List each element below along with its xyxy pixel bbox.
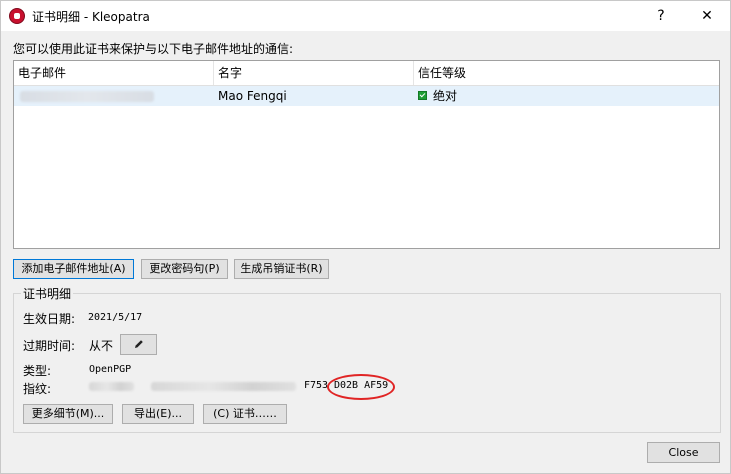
valid-from-value: 2021/5/17: [88, 312, 143, 323]
generate-revocation-button[interactable]: 生成吊销证书(R): [234, 259, 329, 279]
column-header-trust[interactable]: 信任等级: [414, 61, 719, 85]
trust-cell: 绝对: [418, 86, 457, 106]
expiry-label: 过期时间:: [23, 339, 76, 353]
type-value: OpenPGP: [89, 364, 132, 375]
table-header: 电子邮件 名字 信任等级: [14, 61, 719, 86]
fingerprint-label: 指纹:: [23, 382, 52, 396]
window-title: 证书明细 - Kleopatra: [32, 10, 150, 24]
check-icon: [418, 91, 427, 100]
more-details-button[interactable]: 更多细节(M)...: [23, 404, 113, 424]
close-window-button[interactable]: ✕: [692, 4, 722, 28]
redacted-fingerprint-part: [89, 382, 134, 391]
export-button[interactable]: 导出(E)...: [122, 404, 194, 424]
certify-button[interactable]: (C) 证书……: [203, 404, 287, 424]
close-button[interactable]: Close: [647, 442, 720, 463]
trust-value: 绝对: [433, 89, 458, 103]
kleopatra-app-icon: [9, 8, 25, 24]
column-header-name[interactable]: 名字: [214, 61, 414, 85]
name-cell: Mao Fengqi: [218, 89, 287, 103]
table-row[interactable]: Mao Fengqi 绝对: [14, 86, 719, 106]
expiry-value: 从不: [89, 339, 114, 353]
redacted-fingerprint-part: [151, 382, 296, 391]
add-email-button[interactable]: 添加电子邮件地址(A): [13, 259, 134, 279]
email-cell: [18, 86, 214, 106]
title-bar: 证书明细 - Kleopatra ? ✕: [1, 1, 730, 31]
fingerprint-visible: F753: [304, 380, 329, 391]
intro-text: 您可以使用此证书来保护与以下电子邮件地址的通信:: [13, 42, 294, 56]
change-password-button[interactable]: 更改密码句(P): [141, 259, 228, 279]
email-table: 电子邮件 名字 信任等级 Mao Fengqi 绝对: [13, 60, 720, 249]
certificate-details-window: 证书明细 - Kleopatra ? ✕ 您可以使用此证书来保护与以下电子邮件地…: [0, 0, 731, 474]
redacted-email: [20, 91, 154, 102]
edit-expiry-button[interactable]: [120, 334, 157, 355]
annotation-ellipse: [327, 374, 395, 400]
type-label: 类型:: [23, 364, 52, 378]
help-button[interactable]: ?: [646, 4, 676, 28]
valid-from-label: 生效日期:: [23, 312, 76, 326]
pencil-icon: [135, 340, 143, 348]
column-header-email[interactable]: 电子邮件: [14, 61, 214, 85]
group-title: 证书明细: [21, 285, 74, 302]
